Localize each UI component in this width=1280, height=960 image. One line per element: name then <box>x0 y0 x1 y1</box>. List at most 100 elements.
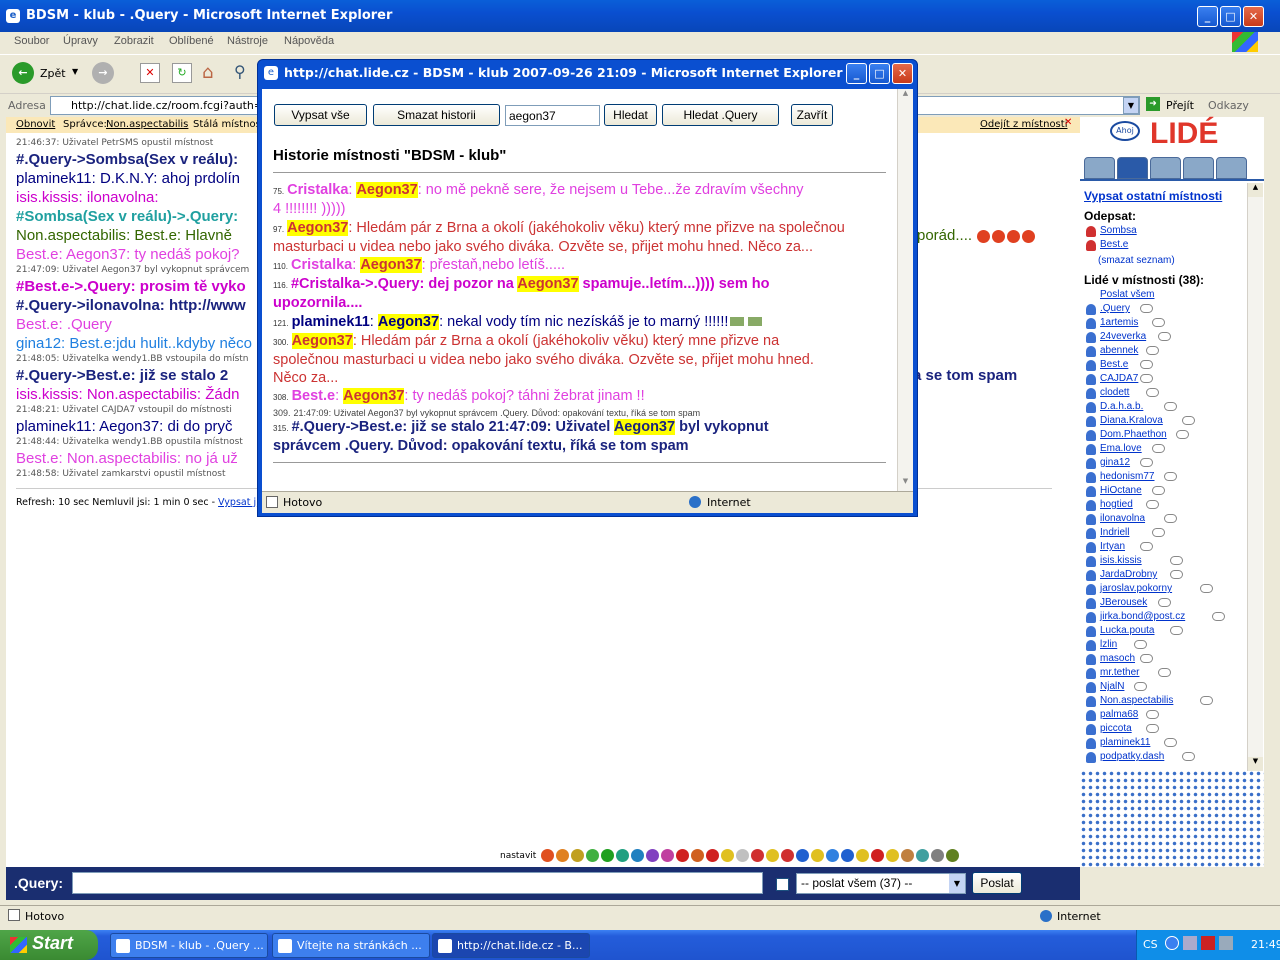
main-title-bar[interactable]: e BDSM - klub - .Query - Microsoft Inter… <box>0 0 1280 32</box>
message-bubble-icon[interactable] <box>1152 444 1165 453</box>
back-arrow-icon[interactable]: ← <box>12 62 34 84</box>
volume-icon[interactable] <box>1219 936 1233 950</box>
message-bubble-icon[interactable] <box>1164 402 1177 411</box>
minimize-button[interactable]: _ <box>1197 6 1218 27</box>
emoticon-icon[interactable] <box>765 848 779 862</box>
back-dropdown-icon[interactable]: ▼ <box>72 67 78 76</box>
user-link[interactable]: mr.tether <box>1100 667 1139 678</box>
user-link[interactable]: Diana.Kralova <box>1100 415 1163 426</box>
forward-arrow-icon[interactable]: → <box>92 62 114 84</box>
user-link[interactable]: hedonism77 <box>1100 471 1154 482</box>
message-bubble-icon[interactable] <box>1164 472 1177 481</box>
scroll-down-icon[interactable]: ▼ <box>1248 757 1263 771</box>
chat-nick[interactable]: Non.aspectabilis <box>16 227 126 244</box>
leave-room-link[interactable]: Odejít z místnosti <box>980 119 1067 130</box>
language-indicator[interactable]: CS <box>1143 938 1158 951</box>
taskbar-button[interactable]: http://chat.lide.cz - B... <box>432 933 590 958</box>
menu-item[interactable]: Úpravy <box>63 35 98 47</box>
menu-item[interactable]: Zobrazit <box>114 35 154 47</box>
message-bubble-icon[interactable] <box>1146 724 1159 733</box>
private-checkbox[interactable] <box>776 878 789 891</box>
message-bubble-icon[interactable] <box>1170 570 1183 579</box>
message-bubble-icon[interactable] <box>1146 388 1159 397</box>
user-link[interactable]: Lucka.pouta <box>1100 625 1155 636</box>
send-all-link[interactable]: Poslat všem <box>1100 289 1154 300</box>
chat-nick[interactable]: #.Query->Best.e: již se stalo <box>16 367 216 384</box>
away-user-link[interactable]: Best.e <box>1100 239 1128 250</box>
emoticon-icon[interactable] <box>870 848 884 862</box>
emoticon-icon[interactable] <box>915 848 929 862</box>
chat-nick[interactable]: gina12 <box>16 335 61 352</box>
message-bubble-icon[interactable] <box>1152 318 1165 327</box>
popup-close-button[interactable]: ✕ <box>892 63 913 84</box>
emoticon-icon[interactable] <box>585 848 599 862</box>
emoticon-icon[interactable] <box>540 848 554 862</box>
chat-nick[interactable]: Best.e <box>16 246 59 263</box>
tab-gear-icon[interactable] <box>1150 157 1181 179</box>
chat-nick[interactable]: plaminek11 <box>16 170 92 187</box>
user-link[interactable]: Best.e <box>1100 359 1128 370</box>
refresh-status-link[interactable]: Vypsat j <box>218 497 256 508</box>
go-arrow-icon[interactable]: ➜ <box>1146 97 1160 111</box>
user-link[interactable]: JardaDrobny <box>1100 569 1157 580</box>
emoticon-icon[interactable] <box>795 848 809 862</box>
chat-nick[interactable]: Best.e <box>16 450 59 467</box>
menu-item[interactable]: Nápověda <box>284 35 334 47</box>
taskbar-button[interactable]: BDSM - klub - .Query ... <box>110 933 268 958</box>
user-link[interactable]: 24veverka <box>1100 331 1146 342</box>
chat-nick[interactable]: #Sombsa(Sex v reálu)->.Query: <box>16 208 238 225</box>
emoticon-icon[interactable] <box>825 848 839 862</box>
scroll-up-icon[interactable]: ▲ <box>1248 183 1263 197</box>
tab-chat-icon[interactable] <box>1216 157 1247 179</box>
close-button[interactable]: ✕ <box>1243 6 1264 27</box>
go-button[interactable]: Přejít <box>1166 99 1194 112</box>
user-link[interactable]: podpatky.dash <box>1100 751 1164 762</box>
message-bubble-icon[interactable] <box>1200 584 1213 593</box>
user-link[interactable]: lzlin <box>1100 639 1117 650</box>
user-link[interactable]: masoch <box>1100 653 1135 664</box>
message-input[interactable] <box>72 872 763 894</box>
user-link[interactable]: ilonavolna <box>1100 513 1145 524</box>
emoticon-icon[interactable] <box>630 848 644 862</box>
popup-title[interactable]: http://chat.lide.cz - BDSM - klub 2007-0… <box>284 65 843 80</box>
chat-nick[interactable]: #Best.e->.Query: prosim tě vyko <box>16 278 246 295</box>
emoticon-icon[interactable] <box>930 848 944 862</box>
emoticon-icon[interactable] <box>750 848 764 862</box>
list-all-button[interactable]: Vypsat vše <box>274 104 367 126</box>
message-bubble-icon[interactable] <box>1140 374 1153 383</box>
emoticon-icon[interactable] <box>840 848 854 862</box>
user-link[interactable]: HiOctane <box>1100 485 1142 496</box>
user-link[interactable]: Irtyan <box>1100 541 1125 552</box>
message-bubble-icon[interactable] <box>1170 626 1183 635</box>
message-bubble-icon[interactable] <box>1158 598 1171 607</box>
message-bubble-icon[interactable] <box>1212 612 1225 621</box>
search-icon[interactable]: ⚲ <box>234 62 256 84</box>
admin-name-link[interactable]: Non.aspectabilis <box>106 119 188 130</box>
message-bubble-icon[interactable] <box>1152 528 1165 537</box>
send-button[interactable]: Poslat <box>972 872 1022 894</box>
user-link[interactable]: CAJDA7 <box>1100 373 1138 384</box>
popup-scroll-down-icon[interactable]: ▼ <box>898 477 913 491</box>
user-link[interactable]: abennek <box>1100 345 1138 356</box>
emoticon-icon[interactable] <box>690 848 704 862</box>
message-bubble-icon[interactable] <box>1146 710 1159 719</box>
away-user-link[interactable]: Sombsa <box>1100 225 1137 236</box>
emoticon-settings-link[interactable]: nastavit <box>500 851 536 861</box>
emoticon-icon[interactable] <box>855 848 869 862</box>
user-link[interactable]: plaminek11 <box>1100 737 1150 748</box>
message-bubble-icon[interactable] <box>1140 542 1153 551</box>
popup-maximize-button[interactable]: □ <box>869 63 890 84</box>
select-arrow-icon[interactable]: ▼ <box>949 874 965 893</box>
clear-list-link[interactable]: (smazat seznam) <box>1098 255 1175 266</box>
user-link[interactable]: 1artemis <box>1100 317 1138 328</box>
back-label[interactable]: Zpět <box>40 67 66 80</box>
address-dropdown-icon[interactable]: ▼ <box>1123 97 1139 114</box>
message-bubble-icon[interactable] <box>1140 458 1153 467</box>
tab-people-icon[interactable] <box>1117 157 1148 179</box>
message-bubble-icon[interactable] <box>1140 304 1153 313</box>
user-link[interactable]: palma68 <box>1100 709 1138 720</box>
links-label[interactable]: Odkazy <box>1208 99 1249 112</box>
user-link[interactable]: Indriell <box>1100 527 1129 538</box>
menu-item[interactable]: Oblíbené <box>169 35 214 47</box>
tray-arrow-icon[interactable] <box>1165 936 1179 950</box>
